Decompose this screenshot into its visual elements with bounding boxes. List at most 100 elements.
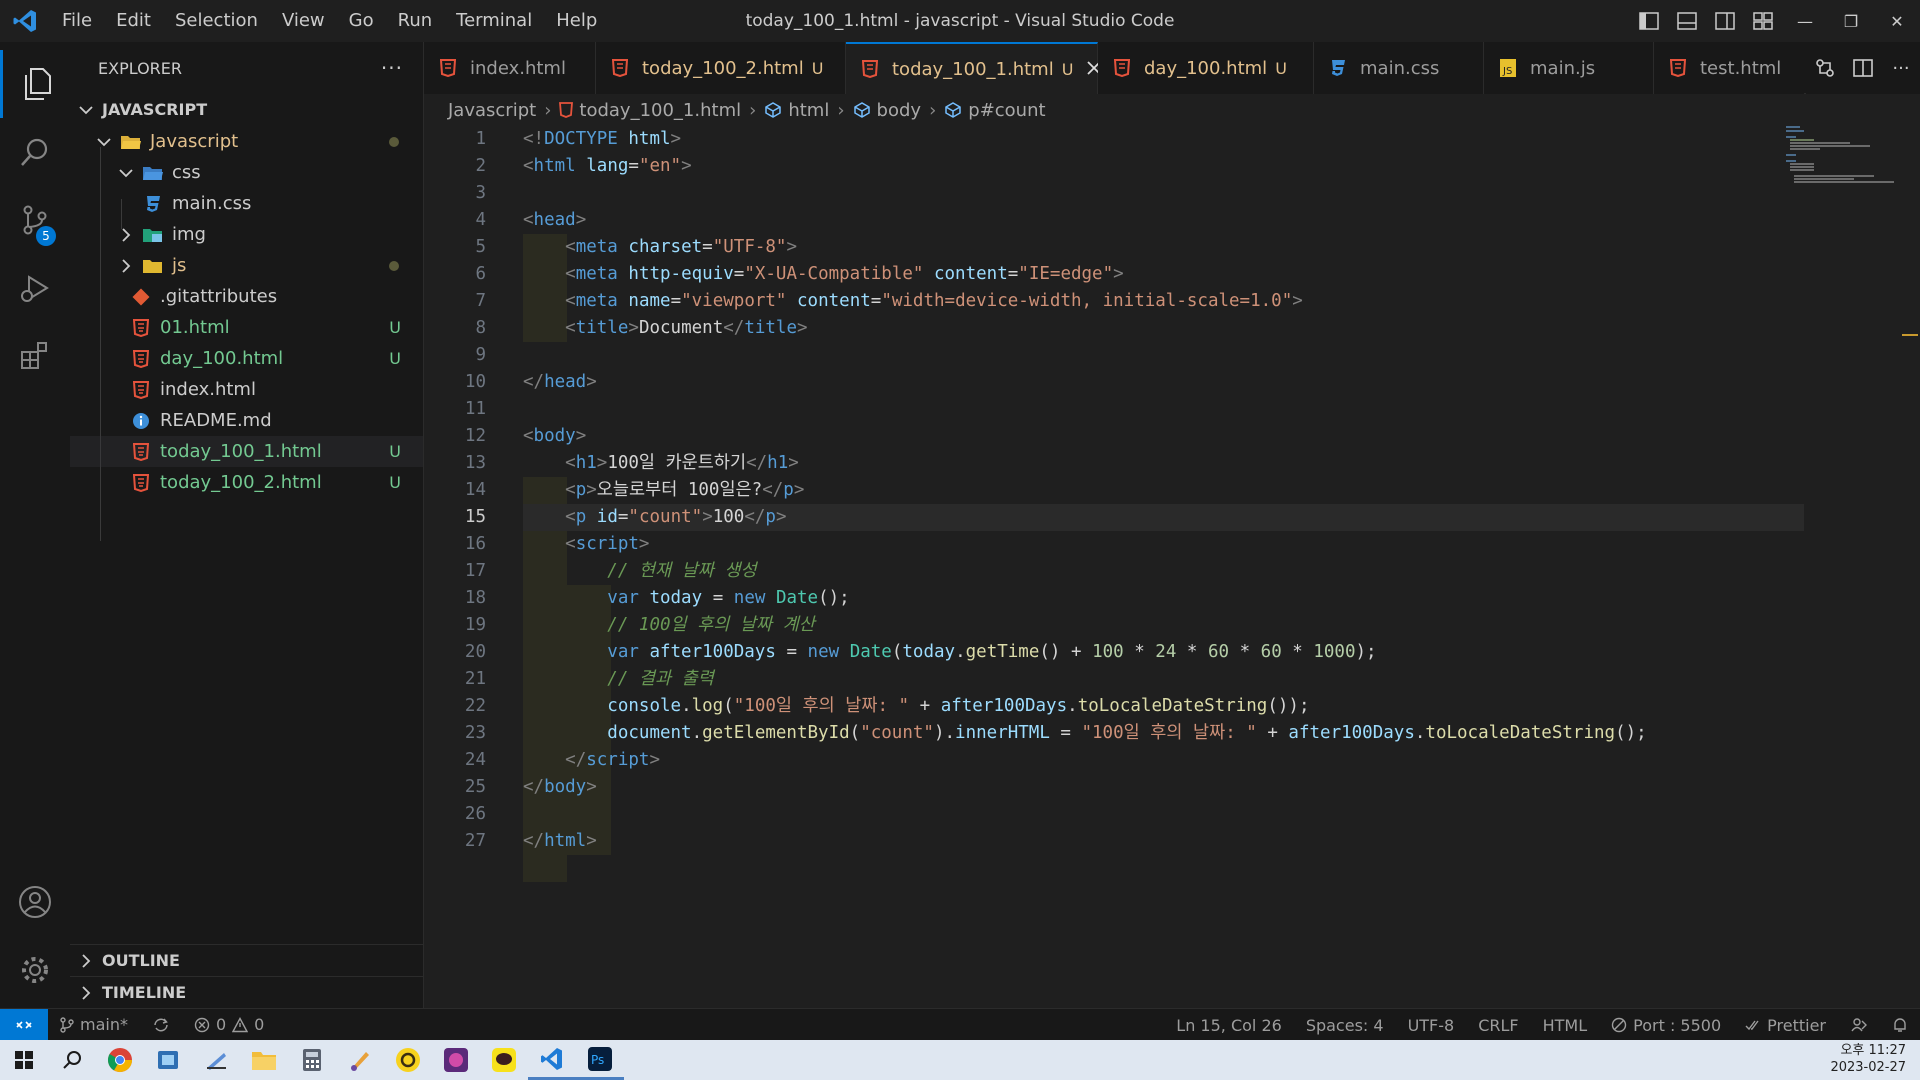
menu-run[interactable]: Run xyxy=(386,0,445,42)
encoding[interactable]: UTF-8 xyxy=(1396,1016,1467,1035)
toggle-panel-icon[interactable] xyxy=(1668,0,1706,42)
chrome-icon[interactable] xyxy=(96,1040,144,1080)
tab-main-css[interactable]: main.css xyxy=(1314,42,1484,94)
app-icon-blue[interactable] xyxy=(144,1040,192,1080)
timeline-section[interactable]: TIMELINE xyxy=(70,976,423,1008)
tree-file-01-html[interactable]: 01.html U xyxy=(70,312,423,343)
code-editor[interactable]: 1 <!DOCTYPE html> 2 <html lang="en"> 3 4 <h… xyxy=(424,126,1920,1008)
search-icon[interactable] xyxy=(0,118,70,186)
chevron-right-icon xyxy=(116,256,136,276)
source-control-icon[interactable]: 5 xyxy=(0,186,70,254)
calculator-icon[interactable] xyxy=(288,1040,336,1080)
menu-terminal[interactable]: Terminal xyxy=(444,0,544,42)
extensions-icon[interactable] xyxy=(0,322,70,390)
minimap[interactable] xyxy=(1786,126,1906,186)
split-editor-icon[interactable] xyxy=(1844,47,1882,89)
live-server-port[interactable]: Port : 5500 xyxy=(1599,1016,1733,1035)
breadcrumb-folder[interactable]: Javascript xyxy=(448,100,536,121)
accounts-icon[interactable] xyxy=(0,868,70,936)
line-number: 20 xyxy=(464,642,486,662)
double-check-icon xyxy=(1745,1020,1759,1031)
menu-go[interactable]: Go xyxy=(337,0,386,42)
tab-day-100-html[interactable]: day_100.html U xyxy=(1098,42,1314,94)
menu-help[interactable]: Help xyxy=(544,0,609,42)
outline-section[interactable]: OUTLINE xyxy=(70,944,423,976)
tab-today-100-1-html[interactable]: today_100_1.html U xyxy=(846,42,1102,94)
breadcrumb-p-count[interactable]: p#count xyxy=(968,100,1045,121)
kakaotalk-open-icon[interactable] xyxy=(384,1040,432,1080)
problems-indicator[interactable]: 0 0 xyxy=(182,1015,276,1034)
breadcrumb-body[interactable]: body xyxy=(877,100,922,121)
branch-indicator[interactable]: main* xyxy=(48,1015,140,1034)
vscode-taskbar-icon[interactable] xyxy=(528,1040,576,1080)
manage-gear-icon[interactable] xyxy=(0,936,70,1004)
line-number: 7 xyxy=(475,291,486,311)
tab-label: main.js xyxy=(1530,57,1596,79)
end-of-line[interactable]: CRLF xyxy=(1466,1016,1530,1035)
tree-folder-javascript[interactable]: Javascript xyxy=(70,126,423,157)
toggle-primary-sidebar-icon[interactable] xyxy=(1630,0,1668,42)
app-icon-pen[interactable] xyxy=(192,1040,240,1080)
menu-selection[interactable]: Selection xyxy=(163,0,270,42)
prettier-status[interactable]: Prettier xyxy=(1733,1016,1838,1035)
system-clock[interactable]: 오후 11:27 2023-02-27 xyxy=(1830,1042,1906,1076)
workspace-root[interactable]: JAVASCRIPT xyxy=(70,94,423,125)
port-label: Port : 5500 xyxy=(1633,1015,1722,1035)
remote-indicator-icon[interactable] xyxy=(0,1008,48,1041)
code-line: 17 // 현재 날짜 생성 xyxy=(424,558,1804,585)
open-changes-icon[interactable] xyxy=(1806,47,1844,89)
notifications-bell-icon[interactable] xyxy=(1880,1017,1920,1033)
explorer-icon[interactable] xyxy=(0,50,70,118)
taskbar-search-icon[interactable] xyxy=(48,1040,96,1080)
menu-view[interactable]: View xyxy=(270,0,337,42)
tree-file-gitattributes[interactable]: .gitattributes xyxy=(70,281,423,312)
paint-icon[interactable] xyxy=(336,1040,384,1080)
indentation[interactable]: Spaces: 4 xyxy=(1294,1016,1396,1035)
code-line: 8 <title>Document</title> xyxy=(424,315,1804,342)
tab-main-js[interactable]: JS main.js xyxy=(1484,42,1654,94)
more-actions-icon[interactable]: ··· xyxy=(381,56,403,80)
menu-file[interactable]: File xyxy=(50,0,104,42)
customize-layout-icon[interactable] xyxy=(1744,0,1782,42)
language-mode[interactable]: HTML xyxy=(1531,1016,1600,1035)
symbol-element-icon xyxy=(853,102,871,118)
menu-bar: File Edit Selection View Go Run Terminal… xyxy=(50,0,609,42)
minimize-icon[interactable]: — xyxy=(1782,0,1828,42)
tab-label: day_100.html xyxy=(1144,57,1268,79)
close-window-icon[interactable]: ✕ xyxy=(1874,0,1920,42)
tree-file-main-css[interactable]: main.css xyxy=(70,188,423,219)
tab-label: index.html xyxy=(470,57,566,79)
tree-folder-img[interactable]: img xyxy=(70,219,423,250)
toggle-secondary-sidebar-icon[interactable] xyxy=(1706,0,1744,42)
breadcrumb-file[interactable]: today_100_1.html xyxy=(579,100,741,121)
windows-start-icon[interactable] xyxy=(0,1040,48,1080)
tree-folder-css[interactable]: css xyxy=(70,157,423,188)
tree-file-index-html[interactable]: index.html xyxy=(70,374,423,405)
tab-test-html[interactable]: test.html xyxy=(1654,42,1804,94)
restore-icon[interactable]: ❐ xyxy=(1828,0,1874,42)
file-explorer-icon[interactable] xyxy=(240,1040,288,1080)
workspace-root-label: JAVASCRIPT xyxy=(102,100,208,119)
more-actions-icon[interactable]: ··· xyxy=(1882,47,1920,89)
git-branch-icon xyxy=(60,1016,74,1033)
tree-file-today-100-1-html[interactable]: today_100_1.html U xyxy=(70,436,423,467)
cursor-position[interactable]: Ln 15, Col 26 xyxy=(1164,1016,1294,1035)
tree-folder-js[interactable]: js xyxy=(70,250,423,281)
photoshop-icon[interactable]: Ps xyxy=(576,1040,624,1080)
css-file-icon xyxy=(142,193,164,215)
tree-file-today-100-2-html[interactable]: today_100_2.html U xyxy=(70,467,423,498)
code-line: 6 <meta http-equiv="X-UA-Compatible" con… xyxy=(424,261,1804,288)
tree-file-readme[interactable]: README.md xyxy=(70,405,423,436)
tab-index-html[interactable]: index.html xyxy=(424,42,596,94)
vscode-logo-icon[interactable] xyxy=(0,0,50,42)
feedback-icon[interactable] xyxy=(1838,1017,1880,1033)
tree-file-day-100-html[interactable]: day_100.html U xyxy=(70,343,423,374)
run-debug-icon[interactable] xyxy=(0,254,70,322)
game-app-icon[interactable] xyxy=(432,1040,480,1080)
sync-icon[interactable] xyxy=(140,1017,182,1033)
code-line: 3 xyxy=(424,180,1804,207)
kakaotalk-icon[interactable] xyxy=(480,1040,528,1080)
breadcrumb-html[interactable]: html xyxy=(788,100,829,121)
tab-today-100-2-html[interactable]: today_100_2.html U xyxy=(596,42,846,94)
menu-edit[interactable]: Edit xyxy=(104,0,163,42)
